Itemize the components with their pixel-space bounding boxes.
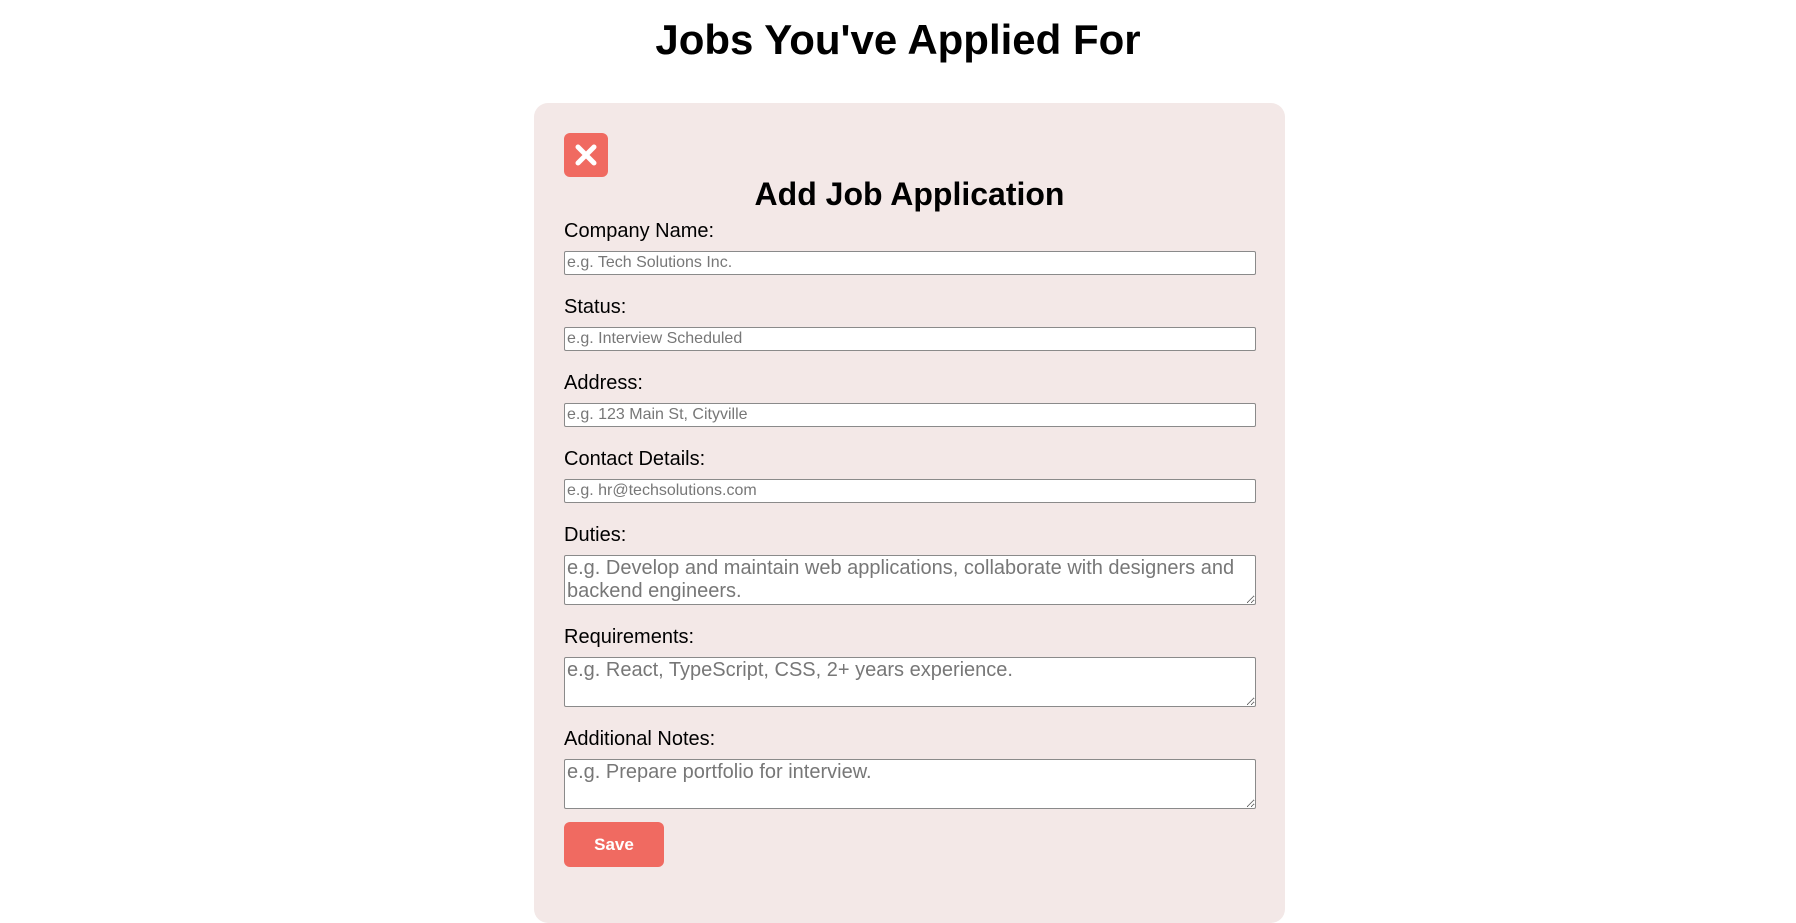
save-button[interactable]: Save [564, 822, 664, 867]
form-title: Add Job Application [754, 176, 1065, 212]
additional-notes-label: Additional Notes: [564, 728, 716, 750]
company-name-label: Company Name: [564, 220, 715, 242]
duties-label: Duties: [564, 524, 627, 546]
status-input[interactable] [564, 327, 1256, 351]
contact-details-input[interactable] [564, 479, 1256, 503]
status-field: Status: [564, 295, 1256, 351]
address-field: Address: [564, 371, 1256, 427]
duties-textarea[interactable] [564, 555, 1256, 605]
requirements-field: Requirements: [564, 625, 1256, 707]
additional-notes-textarea[interactable] [564, 759, 1256, 809]
page-title: Jobs You've Applied For [655, 16, 1141, 63]
close-button[interactable] [564, 133, 608, 177]
company-name-field: Company Name: [564, 219, 1256, 275]
address-label: Address: [564, 372, 643, 394]
status-label: Status: [564, 296, 627, 318]
requirements-label: Requirements: [564, 626, 695, 648]
add-job-application-modal: Add Job Application Company Name: Status… [534, 103, 1285, 923]
close-icon [575, 144, 597, 166]
additional-notes-field: Additional Notes: [564, 727, 1256, 809]
duties-field: Duties: [564, 523, 1256, 605]
company-name-input[interactable] [564, 251, 1256, 275]
contact-details-field: Contact Details: [564, 447, 1256, 503]
requirements-textarea[interactable] [564, 657, 1256, 707]
address-input[interactable] [564, 403, 1256, 427]
contact-details-label: Contact Details: [564, 448, 706, 470]
